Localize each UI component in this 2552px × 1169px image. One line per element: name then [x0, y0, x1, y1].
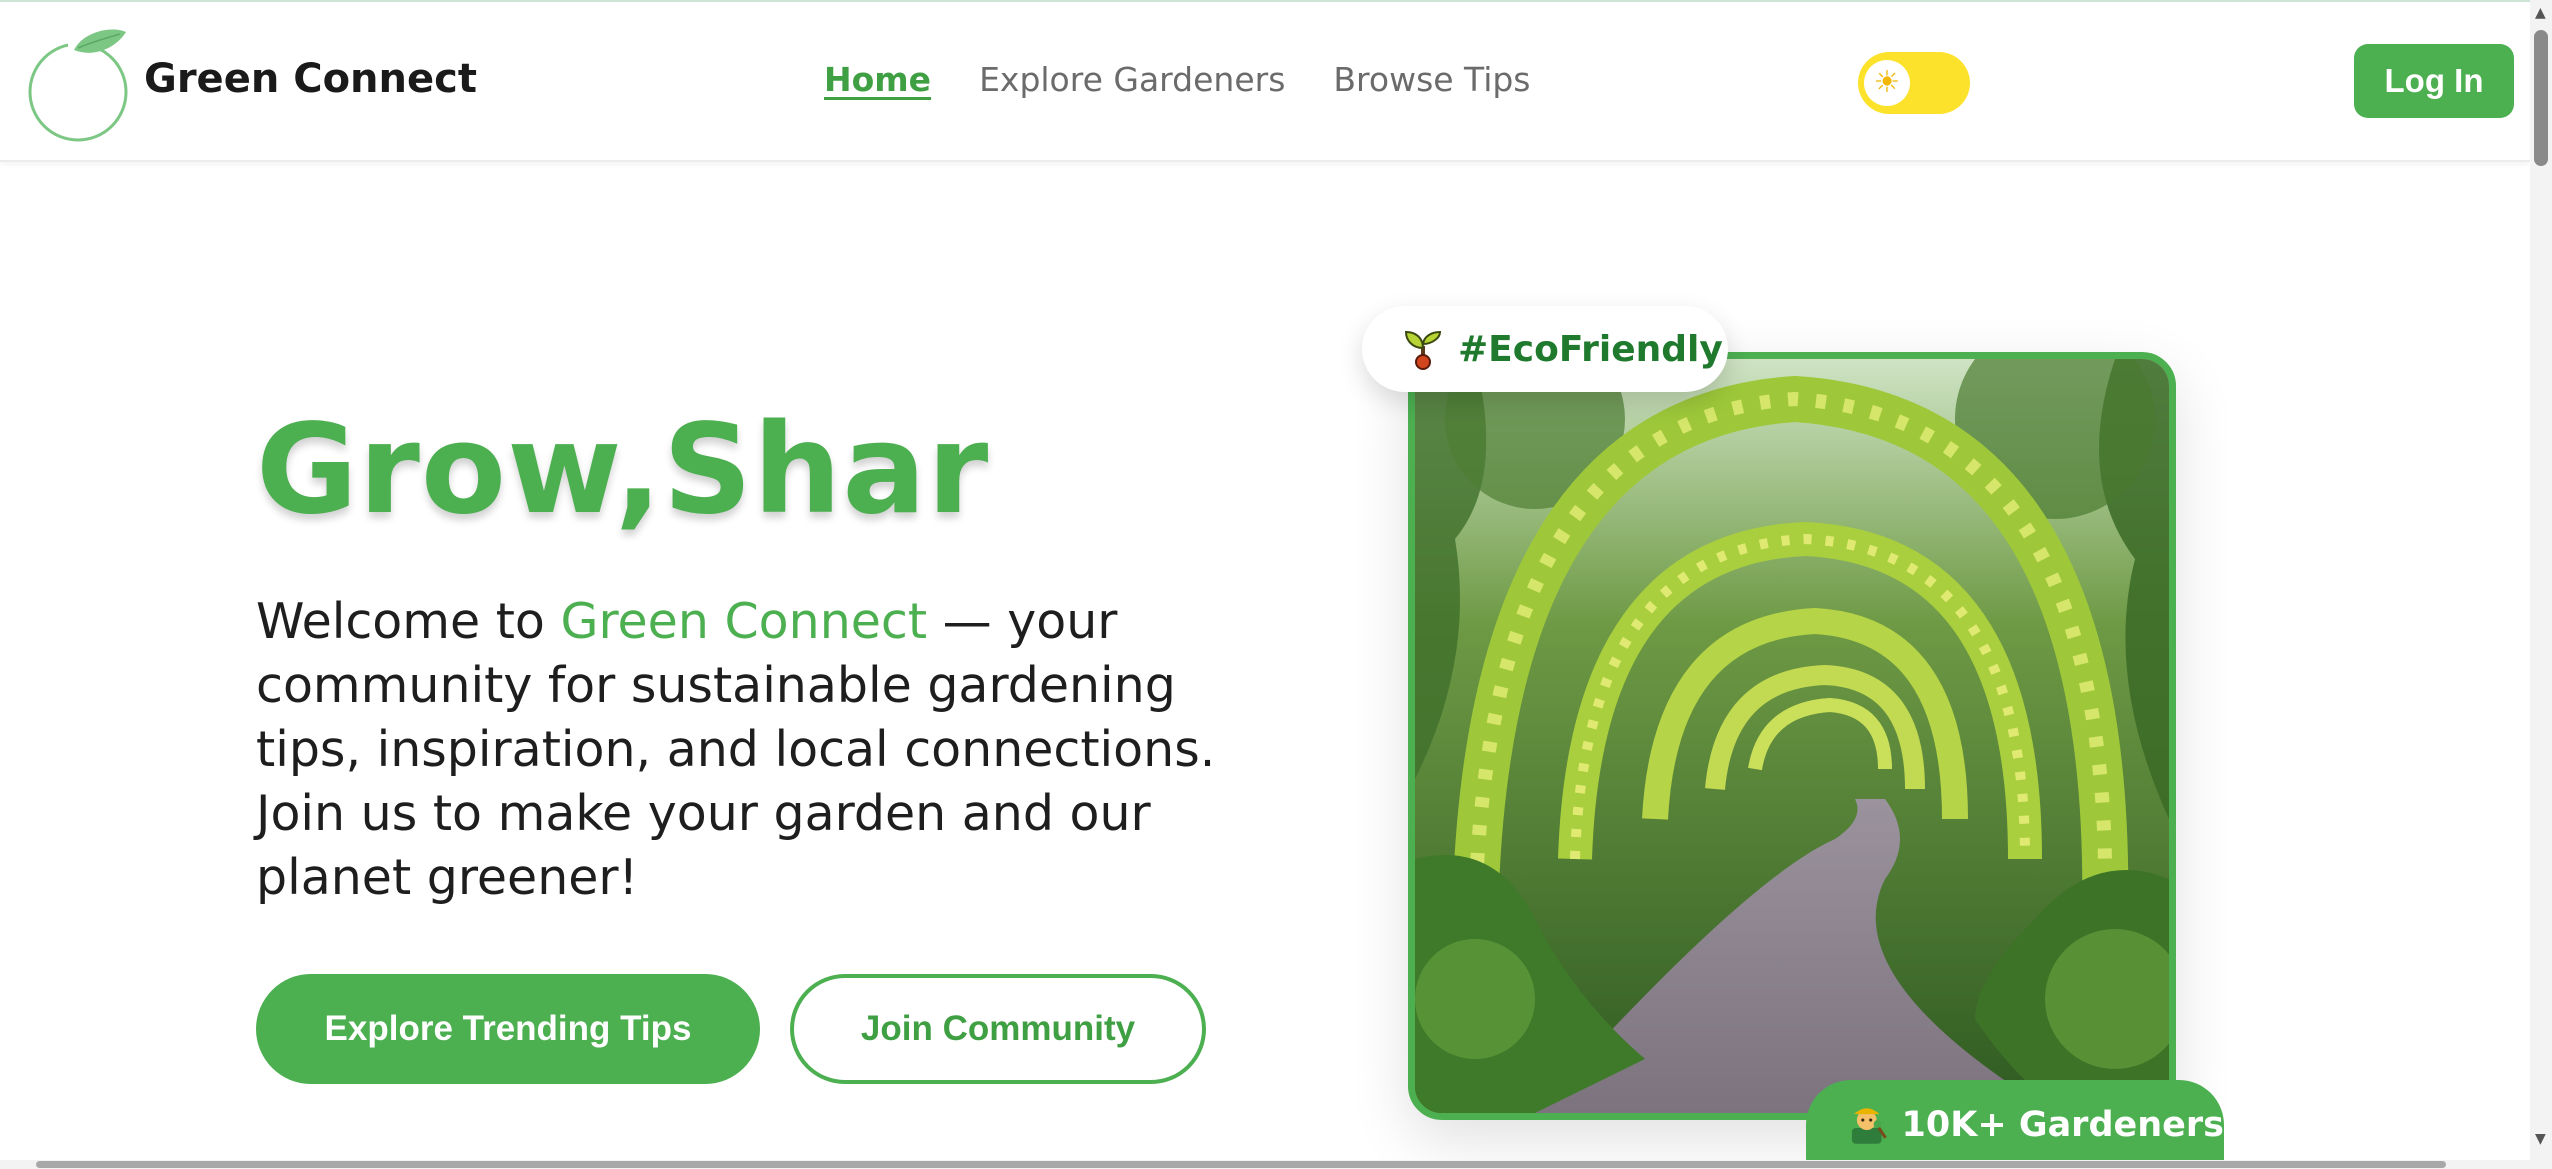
- horizontal-scrollbar-thumb[interactable]: [36, 1161, 2446, 1168]
- hero-intro-prefix: Welcome to: [256, 593, 561, 650]
- navbar: Green Connect Home Explore Gardeners Bro…: [0, 2, 2530, 162]
- gardeners-count-label: 10K+ Gardeners: [1901, 1105, 2225, 1145]
- leaf-circle-icon[interactable]: [28, 22, 132, 142]
- horizontal-scrollbar[interactable]: [0, 1160, 2530, 1169]
- join-community-button[interactable]: Join Community: [790, 974, 1206, 1084]
- hero-title: Grow,Shar: [256, 398, 990, 542]
- theme-toggle[interactable]: ☀: [1858, 52, 1970, 114]
- scroll-up-arrow-icon[interactable]: ▲: [2535, 6, 2546, 20]
- nav-explore-gardeners-link[interactable]: Explore Gardeners: [979, 60, 1285, 99]
- hero-intro: Welcome to Green Connect — your communit…: [256, 590, 1246, 910]
- sun-icon: ☀: [1864, 60, 1910, 106]
- brand-name[interactable]: Green Connect: [144, 56, 477, 102]
- garden-arch-image: [1408, 352, 2176, 1120]
- explore-trending-tips-button[interactable]: Explore Trending Tips: [256, 974, 760, 1084]
- vertical-scrollbar-thumb[interactable]: [2534, 30, 2548, 166]
- gardeners-count-badge: 10K+ Gardeners: [1806, 1080, 2224, 1169]
- seedling-icon: [1404, 330, 1442, 370]
- farmer-icon: [1851, 1108, 1887, 1144]
- hero-intro-highlight: Green Connect: [560, 593, 928, 650]
- eco-friendly-label: #EcoFriendly: [1458, 328, 1723, 370]
- login-button[interactable]: Log In: [2354, 44, 2514, 118]
- nav-browse-tips-link[interactable]: Browse Tips: [1333, 60, 1530, 99]
- nav-home-link[interactable]: Home: [824, 60, 931, 99]
- main-nav: Home Explore Gardeners Browse Tips: [824, 60, 1531, 99]
- vertical-scrollbar[interactable]: ▲ ▼: [2530, 0, 2552, 1169]
- eco-friendly-tag: #EcoFriendly: [1362, 306, 1728, 392]
- garden-arch-photo: [1415, 359, 2169, 1113]
- scroll-down-arrow-icon[interactable]: ▼: [2535, 1132, 2546, 1146]
